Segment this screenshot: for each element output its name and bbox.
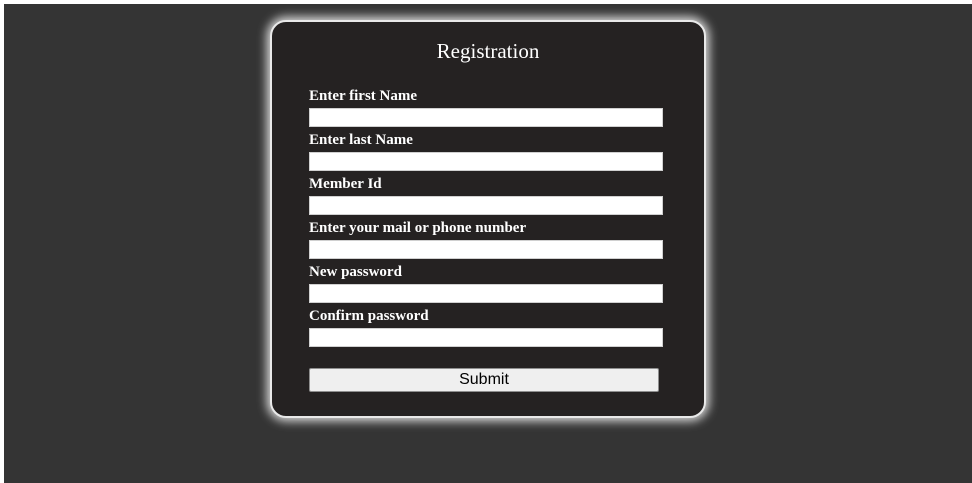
- member-id-input[interactable]: [309, 196, 663, 215]
- confirm-password-label: Confirm password: [309, 308, 429, 324]
- confirm-password-input[interactable]: [309, 328, 663, 347]
- new-password-input[interactable]: [309, 284, 663, 303]
- submit-button[interactable]: Submit: [309, 368, 659, 392]
- registration-form: Registration Enter first Name Enter last…: [270, 20, 706, 418]
- first-name-input[interactable]: [309, 108, 663, 127]
- last-name-label: Enter last Name: [309, 132, 413, 148]
- member-id-label: Member Id: [309, 176, 382, 192]
- page-background: Registration Enter first Name Enter last…: [4, 4, 972, 483]
- form-title: Registration: [436, 39, 540, 63]
- contact-input[interactable]: [309, 240, 663, 259]
- new-password-label: New password: [309, 264, 402, 280]
- first-name-label: Enter first Name: [309, 88, 418, 104]
- last-name-input[interactable]: [309, 152, 663, 171]
- contact-label: Enter your mail or phone number: [309, 220, 527, 236]
